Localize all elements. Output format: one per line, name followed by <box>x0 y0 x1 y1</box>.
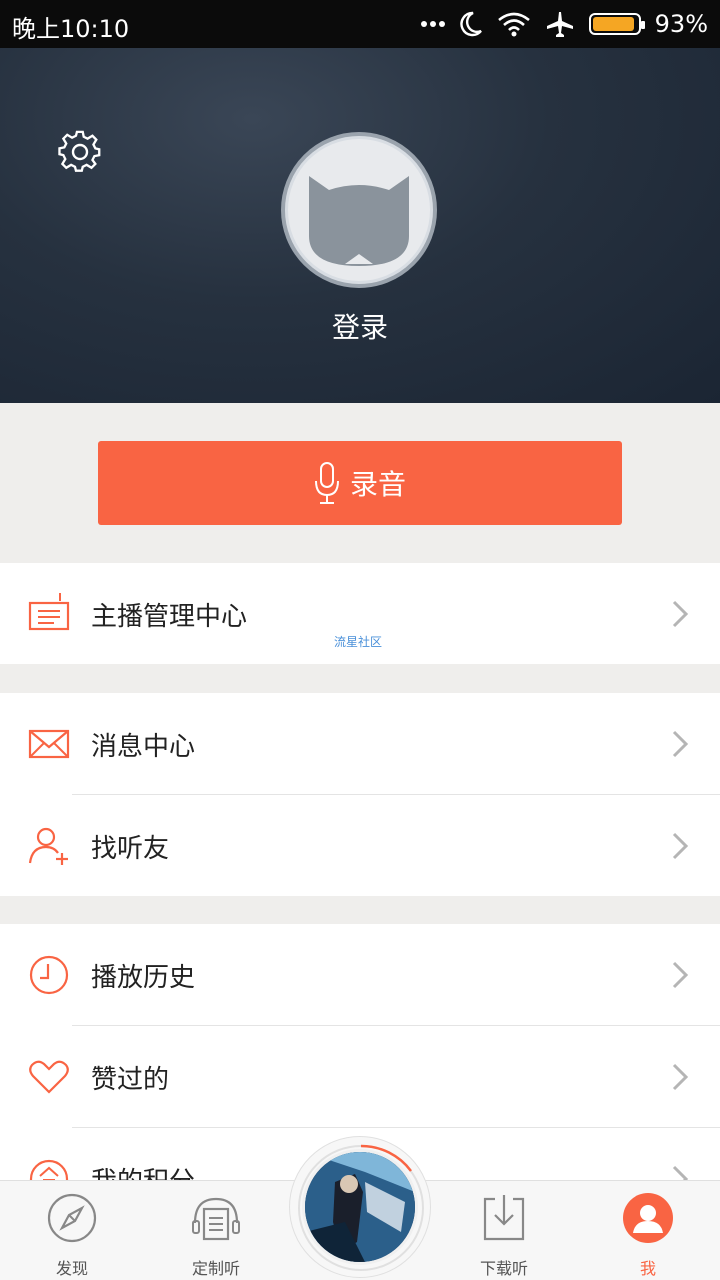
tab-custom-listen[interactable]: 定制听 <box>144 1181 288 1280</box>
section-anchor: 主播管理中心 流星社区 <box>0 563 720 664</box>
chevron-right-icon <box>672 1165 689 1180</box>
tab-label: 下载听 <box>479 1259 528 1278</box>
record-label: 录音 <box>349 468 406 501</box>
menu-item-label: 赞过的 <box>91 1065 170 1095</box>
add-friend-icon <box>28 827 68 865</box>
compass-icon <box>47 1193 97 1243</box>
headphones-list-icon <box>192 1197 240 1241</box>
heart-icon <box>29 1060 69 1094</box>
status-icons: 93% <box>420 8 708 40</box>
tab-me[interactable]: 我 <box>576 1181 720 1280</box>
more-dots-icon <box>420 21 445 27</box>
section-social: 消息中心 找听友 <box>0 693 720 896</box>
envelope-icon <box>28 729 70 759</box>
record-area: 录音 <box>0 403 720 563</box>
menu-item-sublabel: 流星社区 <box>334 635 383 649</box>
album-cover <box>302 1149 418 1265</box>
download-icon <box>483 1195 525 1241</box>
profile-header: 登录 <box>0 48 720 403</box>
menu-item-anchor-center[interactable]: 主播管理中心 流星社区 <box>0 563 720 664</box>
moon-icon <box>460 11 482 37</box>
status-time: 晚上10:10 <box>12 15 130 43</box>
menu-item-label: 找听友 <box>91 834 170 864</box>
menu-item-label: 我的积分 <box>91 1161 195 1180</box>
menu-item-find-friends[interactable]: 找听友 <box>0 795 720 896</box>
battery-fill <box>592 17 634 31</box>
battery-icon <box>588 13 645 35</box>
avatar[interactable] <box>281 132 437 288</box>
clock-icon <box>29 955 69 995</box>
airplane-icon <box>546 12 573 37</box>
chevron-right-icon <box>672 961 689 989</box>
album-art <box>305 1152 415 1262</box>
menu-item-label: 消息中心 <box>91 732 196 762</box>
tab-label: 定制听 <box>191 1259 240 1278</box>
microphone-icon <box>314 462 339 504</box>
login-link[interactable]: 登录 <box>0 306 720 346</box>
menu-item-play-history[interactable]: 播放历史 <box>0 924 720 1025</box>
user-profile-icon <box>623 1193 673 1243</box>
chevron-right-icon <box>672 600 689 628</box>
status-bar: 晚上10:10 93% <box>0 0 720 48</box>
points-icon <box>29 1159 69 1180</box>
record-button[interactable]: 录音 <box>98 441 622 525</box>
tab-discover[interactable]: 发现 <box>0 1181 144 1280</box>
anchor-center-icon <box>28 593 70 631</box>
default-avatar-cat-icon <box>309 176 409 266</box>
menu-item-liked[interactable]: 赞过的 <box>0 1026 720 1127</box>
tab-downloads[interactable]: 下载听 <box>432 1181 576 1280</box>
chevron-right-icon <box>672 730 689 758</box>
mini-player[interactable] <box>289 1136 431 1278</box>
chevron-right-icon <box>672 1063 689 1091</box>
menu-item-label: 主播管理中心 <box>91 602 248 632</box>
battery-percent: 93% <box>654 10 708 38</box>
settings-gear-icon[interactable] <box>58 130 102 174</box>
menu-item-label: 播放历史 <box>91 963 196 993</box>
chevron-right-icon <box>672 832 689 860</box>
wifi-icon <box>497 12 530 37</box>
tab-label: 我 <box>639 1259 656 1278</box>
tab-label: 发现 <box>55 1259 88 1278</box>
menu-item-messages[interactable]: 消息中心 <box>0 693 720 794</box>
